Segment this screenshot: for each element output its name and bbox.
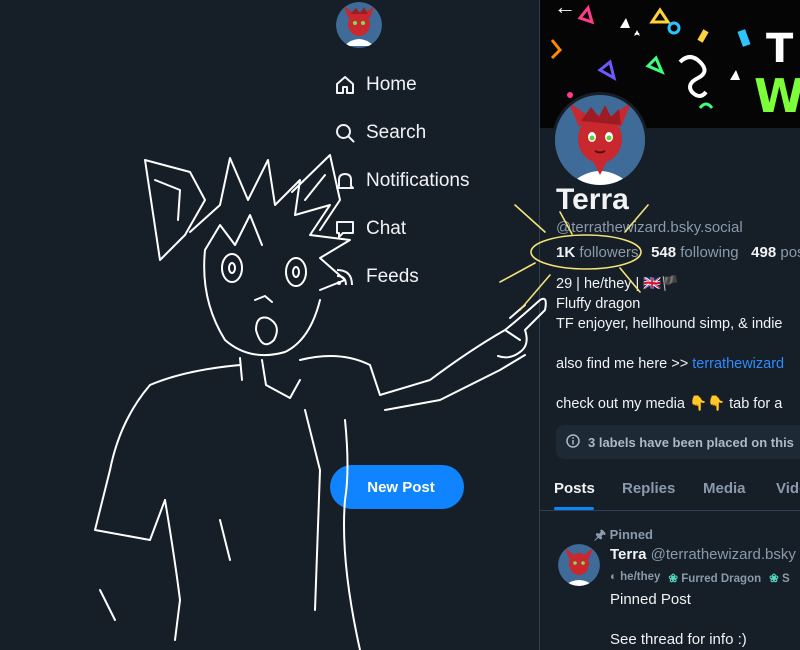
post-text-line: Pinned Post [610, 591, 691, 608]
svg-text:W: W [754, 69, 800, 123]
nav-item-label: Search [366, 122, 427, 143]
nav-item-label: Feeds [366, 266, 419, 287]
profile-stats: 1K followers 548 following 498 posts [556, 244, 800, 261]
labels-notice-text: 3 labels have been placed on this [588, 434, 794, 450]
svg-text:T: T [766, 26, 794, 72]
following-link[interactable]: 548 following [651, 244, 739, 261]
label-chip-text: S [781, 573, 790, 585]
profile-avatar[interactable] [552, 92, 648, 188]
nav-item-label: Notifications [366, 170, 470, 191]
bio-line: TF enjoyer, hellhound simp, & indie [556, 316, 783, 332]
new-post-button[interactable]: New Post [330, 465, 464, 509]
profile-display-name: Terra [556, 183, 629, 216]
posts-count-group: 498 posts [751, 244, 800, 261]
bio-line: also find me here >> terrathewizard [556, 354, 784, 374]
label-chip[interactable]: ❀ S [769, 571, 790, 585]
feeds-icon [334, 266, 356, 288]
post-text-line: See thread for info :) [610, 631, 747, 648]
post-author-labels: ◐ he/they ❀ Furred Dragon ❀ S [610, 571, 790, 585]
label-chip[interactable]: ❀ Furred Dragon [668, 571, 761, 585]
pin-icon: 🖈 [594, 527, 607, 542]
post-body: Pinned Post See thread for info :) [610, 590, 747, 650]
label-chip-text: Furred Dragon [681, 573, 762, 585]
post-author-avatar[interactable] [558, 544, 600, 586]
pinned-indicator: 🖈 Pinned [594, 526, 653, 548]
info-icon [566, 433, 580, 451]
nav-item-search[interactable]: Search [334, 122, 426, 144]
bio-link[interactable]: terrathewizard [692, 356, 784, 372]
post-author-name[interactable]: Terra [610, 546, 646, 563]
followers-label: followers [579, 244, 639, 261]
post-author-handle[interactable]: @terrathewizard.bsky [651, 546, 796, 563]
chat-icon [334, 218, 356, 240]
bio-link-prefix: also find me here >> [556, 356, 693, 372]
nav-item-notifications[interactable]: Notifications [334, 170, 470, 192]
profile-pane: T W ← Terra @terrathewizard.bsky.social … [540, 0, 800, 650]
active-tab-indicator [554, 507, 594, 510]
profile-bio: 29 | he/they | 🇬🇧🏴 Fluffy dragon TF enjo… [556, 274, 784, 414]
tab-posts[interactable]: Posts [554, 480, 595, 497]
followers-count: 1K [556, 244, 576, 261]
tab-replies[interactable]: Replies [622, 480, 675, 497]
new-post-label: New Post [367, 478, 435, 496]
following-count: 548 [651, 244, 677, 261]
nav-item-feeds[interactable]: Feeds [334, 266, 419, 288]
pinned-text: Pinned [609, 527, 653, 542]
followers-link[interactable]: 1K followers [556, 244, 639, 261]
post-author-line: Terra @terrathewizard.bsky [610, 546, 796, 563]
bio-line: check out my media 👇👇 tab for a [556, 396, 783, 412]
tab-media[interactable]: Media [703, 480, 746, 497]
moderation-labels-notice[interactable]: 3 labels have been placed on this [556, 425, 800, 459]
nav-item-label: Home [366, 74, 417, 95]
search-icon [334, 122, 356, 144]
label-chip[interactable]: ◐ he/they [610, 571, 660, 585]
nav-item-label: Chat [366, 218, 407, 239]
profile-handle: @terrathewizard.bsky.social [556, 219, 743, 236]
back-arrow-icon[interactable]: ← [554, 0, 576, 20]
nav-item-home[interactable]: Home [334, 74, 417, 96]
current-user-avatar[interactable] [336, 2, 382, 48]
posts-count: 498 [751, 244, 777, 261]
bio-line: Fluffy dragon [556, 296, 641, 312]
home-icon [334, 74, 356, 96]
nav-item-chat[interactable]: Chat [334, 218, 406, 240]
left-navigation-pane: Home Search Notifications Chat Feeds New… [0, 0, 540, 650]
following-label: following [680, 244, 739, 261]
label-chip-text: he/they [620, 571, 661, 583]
tab-videos[interactable]: Videos [776, 480, 800, 497]
posts-label: posts [780, 244, 800, 261]
profile-tabs: Posts Replies Media Videos [540, 472, 800, 511]
bio-line: 29 | he/they | 🇬🇧🏴 [556, 276, 680, 292]
bell-icon [334, 170, 356, 192]
